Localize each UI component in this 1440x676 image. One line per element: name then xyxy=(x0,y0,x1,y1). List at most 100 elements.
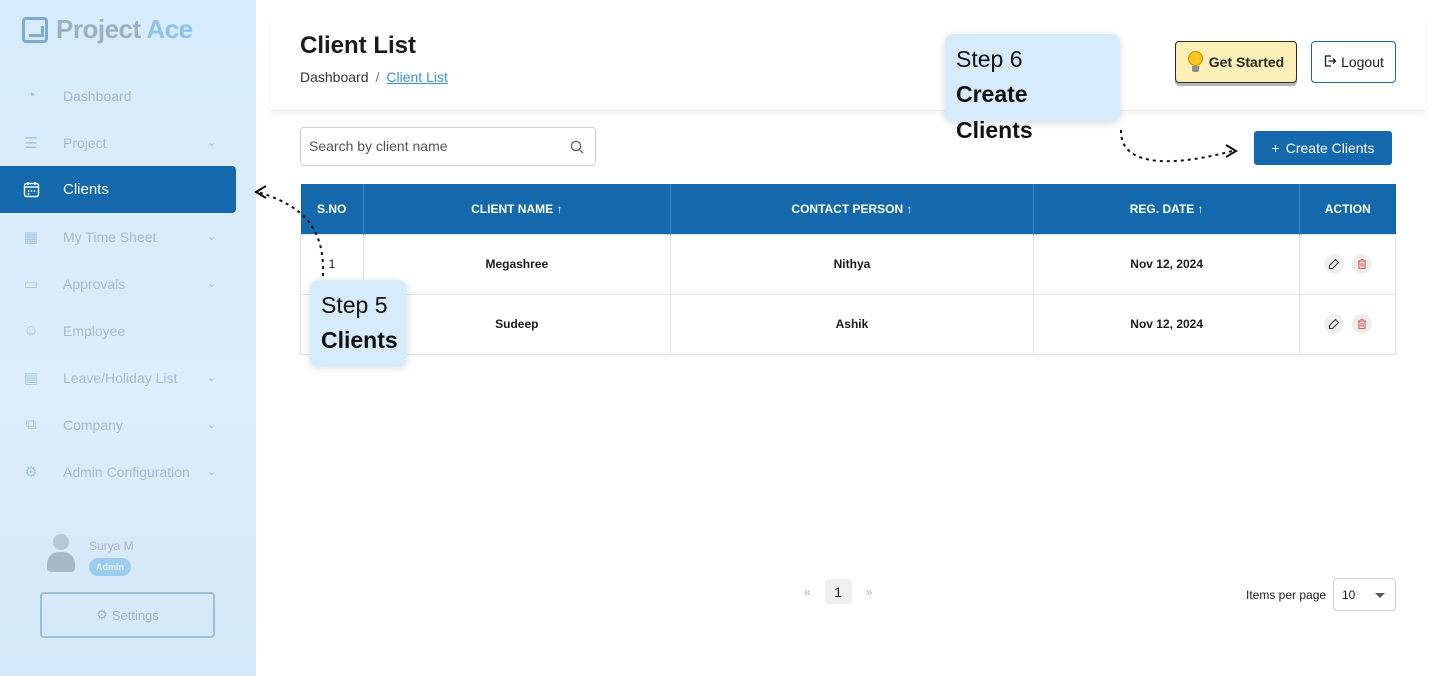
employee-icon: ☺ xyxy=(23,322,39,339)
gear-icon: ⚙ xyxy=(96,607,108,622)
chevron-down-icon: ⌄ xyxy=(207,419,217,431)
search-icon[interactable] xyxy=(570,140,584,154)
chevron-down-icon: ⌄ xyxy=(207,231,217,243)
role-badge: Admin xyxy=(89,558,131,576)
sidebar-item-label: Admin Configuration xyxy=(63,463,190,480)
tutorial-callout-step-6: Step 6 Create Clients xyxy=(945,34,1120,143)
clients-table: S.NO CLIENT NAME ↑ CONTACT PERSON ↑ REG.… xyxy=(300,184,1396,355)
sidebar-item-approvals[interactable]: ▭ Approvals ⌄ xyxy=(0,260,256,307)
cell-reg-date: Nov 12, 2024 xyxy=(1033,233,1301,295)
sidebar-item-label: Approvals xyxy=(63,275,126,292)
sidebar-item-project[interactable]: ☰ Project ⌄ xyxy=(0,119,256,166)
cell-action xyxy=(1299,293,1396,355)
next-page-button[interactable]: » xyxy=(866,585,873,599)
delete-icon[interactable] xyxy=(1351,314,1372,334)
column-header-sno: S.NO xyxy=(300,184,364,234)
chevron-down-icon: ⌄ xyxy=(207,278,217,290)
page-number-button[interactable]: 1 xyxy=(824,579,852,604)
sidebar-item-dashboard[interactable]: ◔ Dashboard xyxy=(0,72,256,119)
chevron-down-icon: ⌄ xyxy=(207,137,217,149)
sidebar-item-label: Clients xyxy=(63,181,109,198)
approvals-icon: ▭ xyxy=(23,275,39,293)
table-row: 2 Sudeep Ashik Nov 12, 2024 xyxy=(300,293,1396,355)
sidebar-item-company[interactable]: ⧉ Company ⌄ xyxy=(0,401,256,448)
items-per-page-label: Items per page xyxy=(1246,588,1327,602)
sidebar-item-label: My Time Sheet xyxy=(63,228,157,245)
callout-step-name: Create Clients xyxy=(956,81,1033,143)
create-clients-button[interactable]: + Create Clients xyxy=(1254,131,1392,165)
callout-step-name: Clients xyxy=(321,327,398,353)
delete-icon[interactable] xyxy=(1351,254,1372,274)
company-icon: ⧉ xyxy=(25,416,37,433)
logout-button[interactable]: Logout xyxy=(1311,41,1396,83)
get-started-button[interactable]: Get Started xyxy=(1175,41,1297,83)
sidebar-item-leave-holiday-list[interactable]: ▤ Leave/Holiday List ⌄ xyxy=(0,354,256,401)
dashboard-icon: ◔ xyxy=(26,87,36,104)
chevron-down-icon: ⌄ xyxy=(207,372,217,384)
callout-step-number: Step 5 xyxy=(321,292,388,318)
calendar-icon xyxy=(22,181,40,199)
breadcrumb-separator: / xyxy=(375,69,380,85)
edit-icon[interactable] xyxy=(1323,314,1344,334)
sidebar-item-my-time-sheet[interactable]: ▦ My Time Sheet ⌄ xyxy=(0,213,256,260)
logo-text-accent: Ace xyxy=(146,14,193,44)
items-per-page-select[interactable]: 10 xyxy=(1333,578,1396,611)
sidebar-item-clients[interactable]: Clients xyxy=(0,166,236,213)
breadcrumb-client-list[interactable]: Client List xyxy=(386,69,447,85)
cell-client-name: Sudeep xyxy=(362,293,671,355)
sidebar-item-label: Employee xyxy=(63,322,126,339)
logout-label: Logout xyxy=(1341,54,1384,70)
pagination: « 1 » xyxy=(804,579,872,604)
cell-client-name: Megashree xyxy=(362,233,671,295)
column-header-client-name[interactable]: CLIENT NAME ↑ xyxy=(363,184,671,234)
sidebar-item-label: Dashboard xyxy=(63,87,132,104)
sidebar: Project Ace ◔ Dashboard ☰ Project ⌄ Clie… xyxy=(0,0,256,676)
logout-icon xyxy=(1323,54,1337,71)
chevron-down-icon xyxy=(1375,593,1385,598)
create-clients-label: Create Clients xyxy=(1285,140,1375,156)
sidebar-item-label: Company xyxy=(63,416,123,433)
app-logo[interactable]: Project Ace xyxy=(22,14,193,45)
breadcrumb: Dashboard / Client List xyxy=(300,69,448,85)
search-input[interactable] xyxy=(309,128,559,164)
avatar[interactable] xyxy=(46,534,76,574)
breadcrumb-dashboard[interactable]: Dashboard xyxy=(300,69,369,85)
logo-text-main: Project xyxy=(56,14,141,44)
edit-icon[interactable] xyxy=(1323,254,1344,274)
column-header-contact-person[interactable]: CONTACT PERSON ↑ xyxy=(670,184,1035,234)
main-panel: Client List Dashboard / Client List Get … xyxy=(271,14,1425,659)
user-profile: Surya M Admin ⚙ Settings xyxy=(22,518,236,658)
cell-contact-person: Ashik xyxy=(669,293,1035,355)
settings-label: Settings xyxy=(111,607,159,623)
table-row: 1 Megashree Nithya Nov 12, 2024 xyxy=(300,233,1396,295)
logo-icon xyxy=(22,16,48,43)
settings-button[interactable]: ⚙ Settings xyxy=(40,592,215,638)
column-header-action: ACTION xyxy=(1299,184,1396,234)
column-header-reg-date[interactable]: REG. DATE ↑ xyxy=(1033,184,1301,234)
sidebar-item-employee[interactable]: ☺ Employee xyxy=(0,307,256,354)
prev-page-button[interactable]: « xyxy=(804,585,811,599)
page-header: Client List Dashboard / Client List Get … xyxy=(271,14,1425,111)
admin-config-icon: ⚙ xyxy=(24,463,38,481)
get-started-label: Get Started xyxy=(1208,54,1285,70)
page-title: Client List xyxy=(300,32,417,59)
sidebar-nav: ◔ Dashboard ☰ Project ⌄ Clients ▦ My Tim… xyxy=(0,72,256,495)
cell-contact-person: Nithya xyxy=(669,233,1035,295)
table-header-row: S.NO CLIENT NAME ↑ CONTACT PERSON ↑ REG.… xyxy=(300,184,1396,234)
search-box xyxy=(300,127,596,166)
project-icon: ☰ xyxy=(24,134,38,152)
cell-action xyxy=(1299,233,1396,295)
profile-name: Surya M xyxy=(89,539,134,553)
chevron-down-icon: ⌄ xyxy=(207,466,217,478)
callout-step-number: Step 6 xyxy=(956,46,1023,72)
lightbulb-icon xyxy=(1187,51,1203,73)
timesheet-icon: ▦ xyxy=(23,228,39,246)
sidebar-item-admin-configuration[interactable]: ⚙ Admin Configuration ⌄ xyxy=(0,448,256,495)
plus-icon: + xyxy=(1271,140,1280,156)
leave-icon: ▤ xyxy=(23,369,39,387)
sidebar-item-label: Leave/Holiday List xyxy=(63,369,178,386)
tutorial-callout-step-5: Step 5 Clients xyxy=(310,280,407,366)
cell-reg-date: Nov 12, 2024 xyxy=(1033,293,1301,355)
sidebar-item-label: Project xyxy=(63,134,107,151)
items-per-page-value: 10 xyxy=(1342,587,1356,602)
